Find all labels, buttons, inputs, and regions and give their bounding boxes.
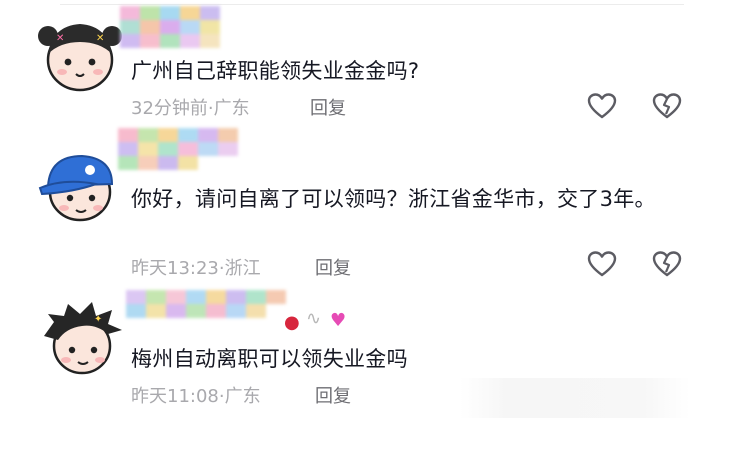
reply-button[interactable]: 回复	[310, 94, 346, 120]
username-blurred[interactable]	[126, 290, 286, 318]
comment-meta: 32分钟前·广东	[131, 94, 250, 120]
reply-button[interactable]: 回复	[315, 254, 351, 280]
username-blurred[interactable]	[118, 128, 238, 170]
comment-time: 32分钟前	[131, 98, 208, 119]
svg-text:✕: ✕	[96, 33, 104, 44]
comment-meta: 昨天11:08·广东	[131, 382, 261, 408]
broken-heart-outline-icon[interactable]	[652, 92, 682, 120]
divider	[60, 4, 684, 5]
hearts-sticker-icon: ♥	[330, 310, 347, 331]
comment-location: 广东	[213, 98, 250, 119]
boy-blue-cap-avatar-icon[interactable]	[34, 148, 126, 228]
comment-text: 广州自己辞职能领失业金金吗?	[131, 59, 420, 83]
comment-location: 广东	[224, 386, 261, 407]
boy-black-hair-avatar-icon[interactable]: ✦	[36, 300, 128, 380]
comment-time: 昨天11:08	[131, 386, 219, 407]
heart-outline-icon[interactable]	[587, 92, 617, 120]
reply-button[interactable]: 回复	[315, 382, 351, 408]
broken-heart-outline-icon[interactable]	[652, 250, 682, 278]
cherry-sticker-icon: ●	[284, 312, 300, 333]
comment-text: 梅州自动离职可以领失业金吗	[131, 347, 408, 371]
svg-text:✕: ✕	[56, 33, 64, 44]
username-blurred[interactable]	[120, 6, 220, 48]
comment-text: 你好，请问自离了可以领吗？浙江省金华市，交了3年。	[131, 187, 656, 211]
heart-outline-icon[interactable]	[587, 250, 617, 278]
comment-location: 浙江	[224, 258, 261, 279]
swirl-sticker-icon: ∿	[306, 308, 322, 329]
comment-time: 昨天13:23	[131, 258, 219, 279]
blurred-overlay	[460, 378, 690, 418]
girl-avatar-icon[interactable]: ✕ ✕	[34, 8, 126, 96]
svg-text:✦: ✦	[94, 314, 102, 325]
comment-meta: 昨天13:23·浙江	[131, 254, 261, 280]
